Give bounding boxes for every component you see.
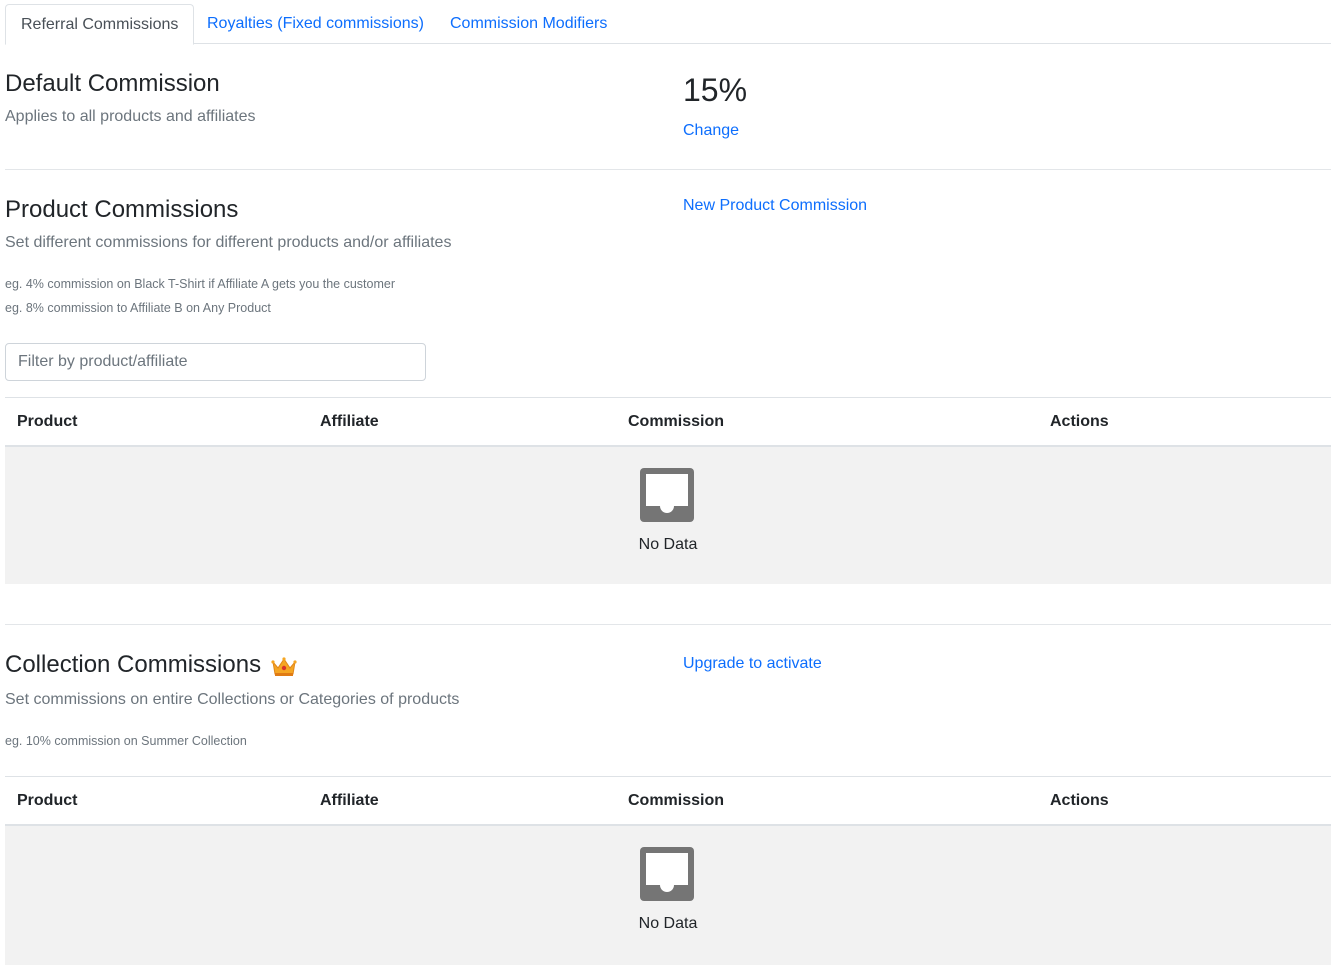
- column-header-product[interactable]: Product: [17, 777, 77, 825]
- section-divider: [5, 624, 1331, 625]
- commission-tabs: Referral Commissions Royalties (Fixed co…: [5, 4, 1331, 45]
- section-divider: [5, 169, 1331, 170]
- empty-state: No Data: [5, 447, 1331, 584]
- change-commission-link[interactable]: Change: [683, 122, 739, 140]
- product-commissions-table: Product Affiliate Commission Actions No …: [5, 397, 1331, 584]
- collection-commissions-subtitle: Set commissions on entire Collections or…: [5, 691, 460, 708]
- default-commission-title: Default Commission: [5, 70, 220, 97]
- collection-commissions-title: Collection Commissions: [5, 651, 262, 678]
- tab-royalties[interactable]: Royalties (Fixed commissions): [207, 4, 424, 44]
- no-data-text: No Data: [638, 536, 698, 553]
- inbox-icon: [640, 468, 694, 522]
- filter-product-affiliate-input[interactable]: [5, 343, 426, 381]
- tab-referral-commissions[interactable]: Referral Commissions: [5, 4, 195, 45]
- collection-commission-example: eg. 10% commission on Summer Collection: [5, 734, 247, 748]
- table-header: Product Affiliate Commission Actions: [5, 397, 1331, 447]
- no-data-text: No Data: [638, 915, 698, 932]
- column-header-actions: Actions: [1050, 792, 1109, 809]
- new-product-commission-link[interactable]: New Product Commission: [683, 197, 867, 215]
- column-header-affiliate[interactable]: Affiliate: [320, 777, 379, 825]
- product-commissions-subtitle: Set different commissions for different …: [5, 234, 452, 251]
- column-header-actions: Actions: [1050, 413, 1109, 430]
- table-header: Product Affiliate Commission Actions: [5, 776, 1331, 826]
- product-commission-example: eg. 4% commission on Black T-Shirt if Af…: [5, 277, 396, 291]
- upgrade-to-activate-link[interactable]: Upgrade to activate: [683, 655, 822, 673]
- tab-commission-modifiers[interactable]: Commission Modifiers: [450, 4, 607, 44]
- default-commission-subtitle: Applies to all products and affiliates: [5, 108, 256, 125]
- collection-commissions-table: Product Affiliate Commission Actions No …: [5, 776, 1331, 965]
- default-commission-value: 15%: [683, 72, 748, 108]
- column-header-affiliate[interactable]: Affiliate: [320, 398, 379, 446]
- product-commission-example: eg. 8% commission to Affiliate B on Any …: [5, 301, 271, 315]
- column-header-commission[interactable]: Commission: [628, 777, 724, 825]
- column-header-commission[interactable]: Commission: [628, 398, 724, 446]
- column-header-product[interactable]: Product: [17, 398, 77, 446]
- inbox-icon: [640, 847, 694, 901]
- empty-state: No Data: [5, 826, 1331, 965]
- crown-icon: [271, 657, 297, 676]
- product-commissions-title: Product Commissions: [5, 196, 239, 223]
